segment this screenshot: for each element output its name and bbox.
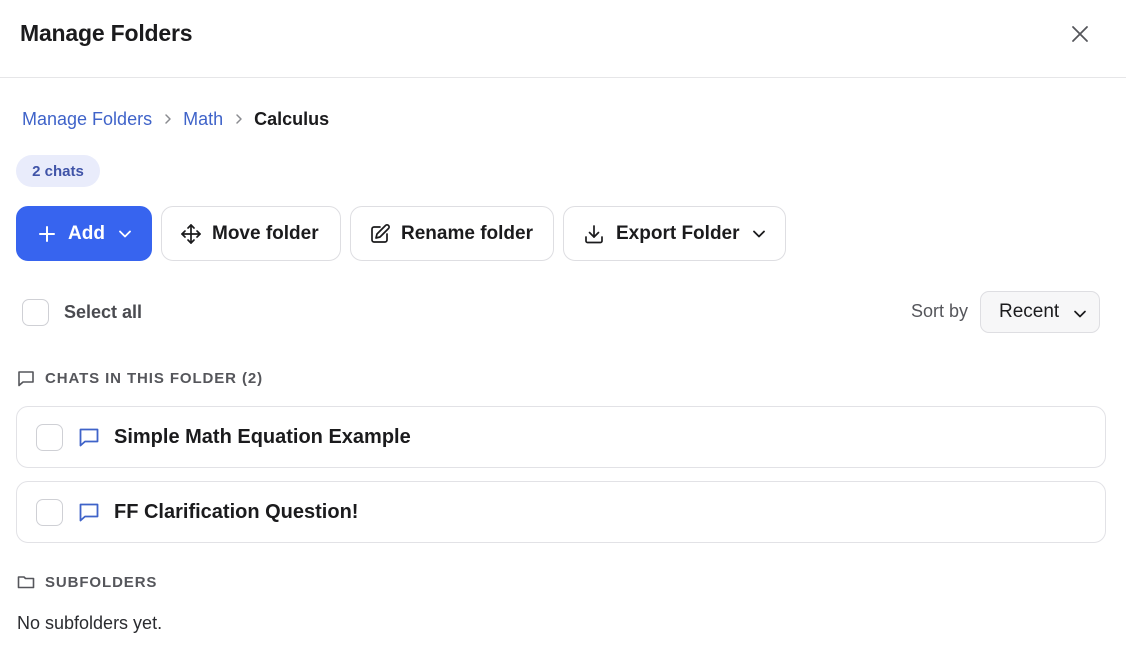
folder-icon (17, 573, 35, 591)
manage-folders-dialog: Manage Folders Manage Folders Math Calcu… (0, 0, 1126, 660)
select-all-row: Select all (22, 298, 142, 326)
sort-select[interactable]: Recent (980, 291, 1100, 333)
chat-item-title: Simple Math Equation Example (114, 425, 411, 448)
chats-section-heading: CHATS IN THIS FOLDER (2) (17, 368, 263, 388)
move-icon (180, 223, 202, 245)
chat-list-item[interactable]: FF Clarification Question! (16, 481, 1106, 543)
add-button-label: Add (68, 222, 105, 244)
dialog-header: Manage Folders (0, 0, 1126, 78)
chat-item-checkbox[interactable] (36, 498, 63, 526)
sort-label: Sort by (911, 301, 969, 321)
chat-bubble-icon (17, 369, 35, 387)
download-icon (583, 223, 605, 245)
breadcrumb-current: Calculus (254, 108, 330, 129)
add-button[interactable]: Add (16, 206, 152, 261)
chevron-right-icon (235, 113, 243, 125)
chats-section-title: CHATS IN THIS FOLDER (2) (45, 369, 263, 387)
rename-folder-label: Rename folder (401, 222, 533, 244)
chat-item-checkbox[interactable] (36, 423, 63, 451)
chevron-down-icon (1073, 305, 1087, 327)
dialog-title: Manage Folders (20, 20, 193, 46)
breadcrumb-math[interactable]: Math (183, 109, 223, 130)
chevron-down-icon (119, 230, 131, 238)
breadcrumb: Manage Folders Math Calculus (22, 107, 329, 131)
export-folder-button[interactable]: Export Folder (563, 206, 786, 261)
chevron-down-icon (752, 230, 765, 238)
chevron-right-icon (164, 113, 172, 125)
export-folder-label: Export Folder (616, 222, 740, 244)
select-all-label[interactable]: Select all (64, 302, 142, 323)
subfolders-section-heading: SUBFOLDERS (17, 572, 157, 592)
edit-icon (369, 223, 391, 245)
move-folder-label: Move folder (212, 222, 319, 244)
chat-count-badge: 2 chats (16, 155, 100, 187)
breadcrumb-manage-folders[interactable]: Manage Folders (22, 109, 152, 130)
subfolders-empty-text: No subfolders yet. (17, 613, 163, 633)
chat-item-title: FF Clarification Question! (114, 500, 359, 523)
chat-bubble-icon (78, 426, 100, 448)
chat-list-item[interactable]: Simple Math Equation Example (16, 406, 1106, 468)
chat-bubble-icon (78, 501, 100, 523)
rename-folder-button[interactable]: Rename folder (350, 206, 554, 261)
close-icon (1072, 26, 1088, 42)
sort-select-value: Recent (999, 301, 1060, 322)
close-button[interactable] (1066, 20, 1094, 48)
subfolders-section-title: SUBFOLDERS (45, 573, 158, 591)
plus-icon (39, 225, 55, 242)
move-folder-button[interactable]: Move folder (161, 206, 341, 261)
select-all-checkbox[interactable] (22, 298, 49, 326)
